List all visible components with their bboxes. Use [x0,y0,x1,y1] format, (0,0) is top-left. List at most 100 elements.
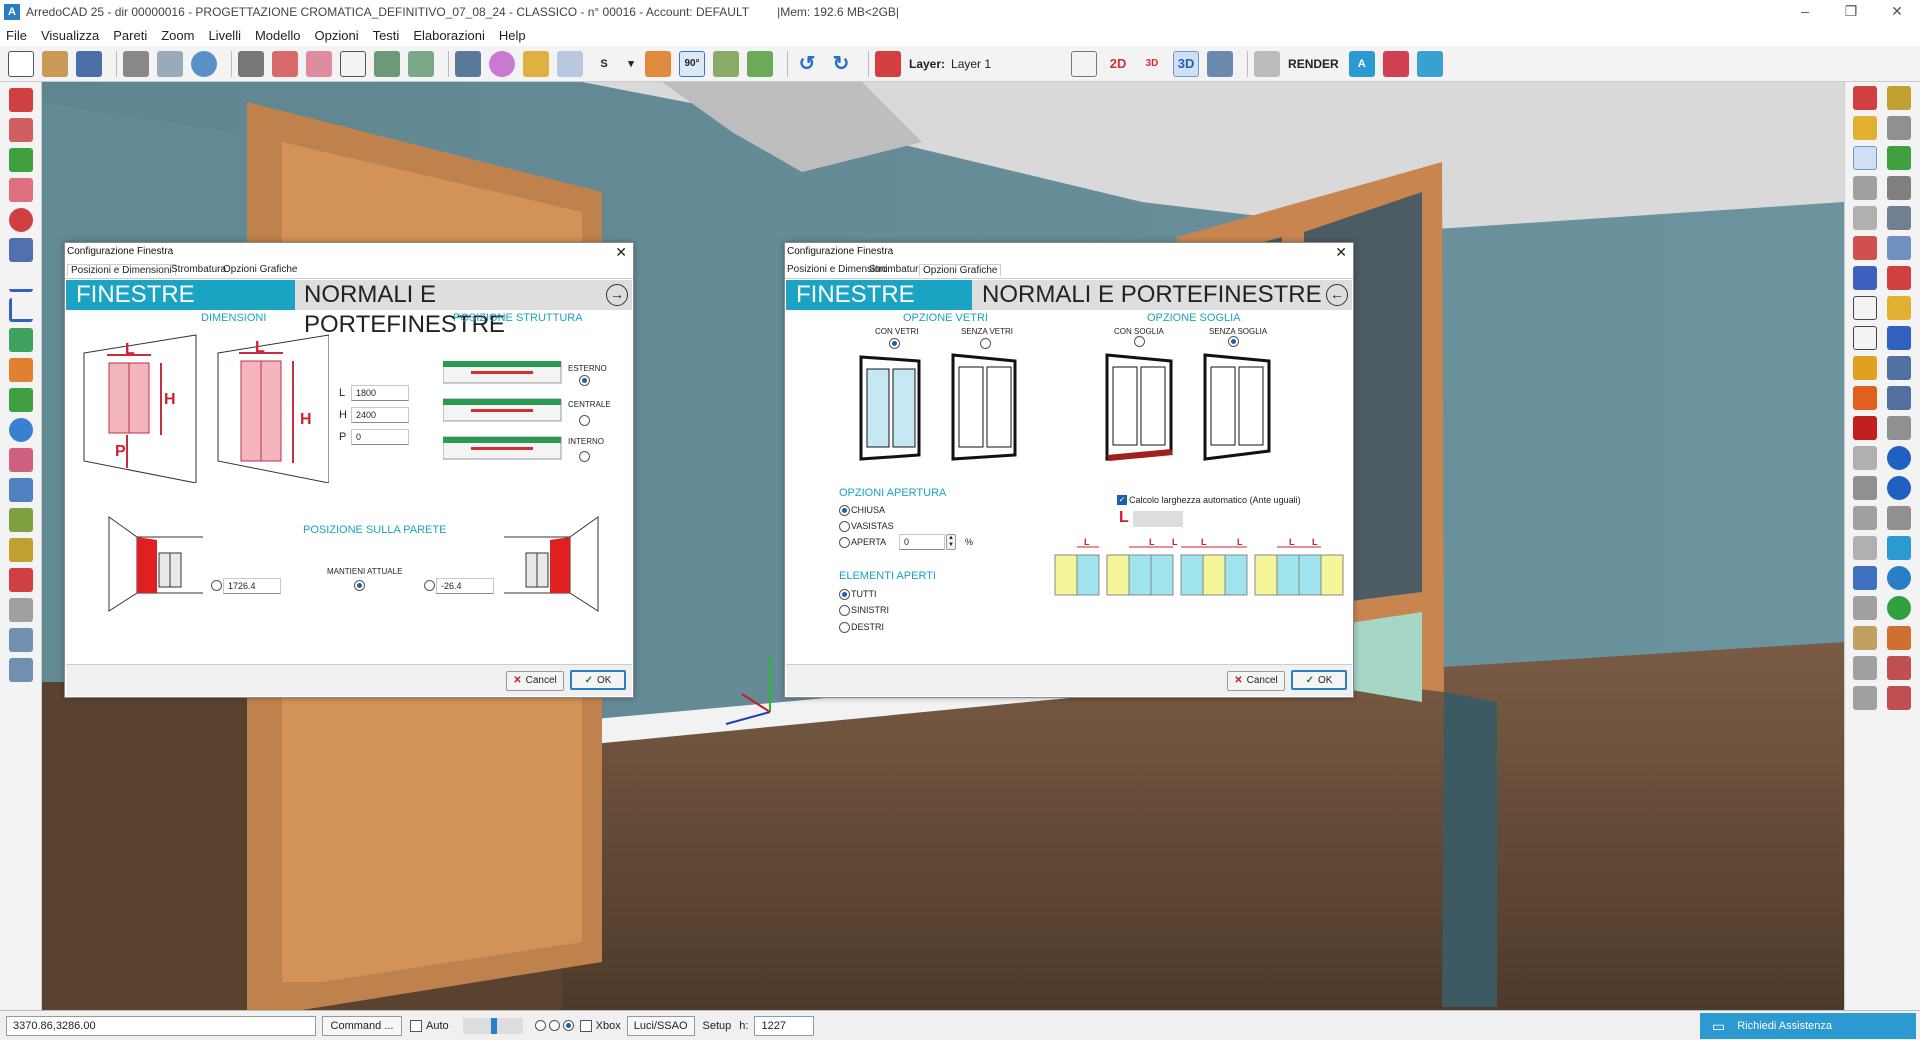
cancel-button[interactable]: ✕ Cancel [506,671,564,691]
globe-icon[interactable] [1887,566,1911,590]
tool-icon-r4[interactable] [1887,116,1911,140]
eraser-icon[interactable] [9,178,33,202]
aperta-radio[interactable] [839,537,850,548]
position-right-input[interactable]: -26.4 [436,578,494,594]
settings-icon[interactable] [557,50,583,77]
ok-button[interactable]: ✓ OK [1291,670,1347,690]
cancel-button[interactable]: ✕ Cancel [1227,671,1285,691]
menu-help[interactable]: Help [499,28,526,43]
menu-zoom[interactable]: Zoom [161,28,194,43]
perpendicular-icon[interactable] [9,298,33,322]
3d-viewport[interactable]: Configurazione Finestra ✕ Posizioni e Di… [42,82,1844,1010]
print-preview-icon[interactable] [157,50,183,77]
cube-wire-icon[interactable] [340,50,366,77]
sinistri-radio[interactable] [839,605,850,616]
tool-icon-r40[interactable] [1887,656,1911,680]
tab-opzioni-grafiche[interactable]: Opzioni Grafiche [919,264,1002,276]
open-file-icon[interactable] [42,50,68,77]
tool-icon-r42[interactable] [1887,686,1911,710]
menu-modello[interactable]: Modello [255,28,301,43]
calcolo-l-input[interactable] [1133,511,1183,527]
line-icon[interactable] [9,268,33,292]
mode-radio-2[interactable] [548,1020,560,1031]
tool-icon-1[interactable] [9,88,33,112]
layer-icon[interactable] [875,50,901,77]
tool-icon-17[interactable] [9,568,33,592]
tool-icon-r38[interactable] [1887,626,1911,650]
catalog-icon[interactable] [1382,50,1409,77]
tool-icon-r10[interactable] [1887,206,1911,230]
arrow-left-icon[interactable]: ← [1326,284,1348,306]
depth-input[interactable]: 0 [351,429,409,445]
tool-icon-3[interactable] [9,148,33,172]
cube-green2-icon[interactable] [408,50,434,77]
tool-icon-r39[interactable] [1853,656,1877,680]
close-icon[interactable]: ✕ [1335,244,1347,261]
aperta-input[interactable]: 0 [899,534,945,550]
grid-view-icon[interactable] [455,50,481,77]
zoom-out-icon[interactable] [1887,476,1911,500]
floor-icon[interactable] [713,50,739,77]
restore-icon[interactable]: ❐ [1828,0,1874,24]
tool-icon-13[interactable] [9,448,33,472]
book-icon[interactable] [1207,50,1234,77]
tool-icon-r30[interactable] [1887,506,1911,530]
tab-posizioni-dimensioni[interactable]: Posizioni e Dimensioni [67,264,176,276]
tool-icon-20[interactable] [9,658,33,682]
cube-pink-icon[interactable] [306,50,332,77]
tool-icon-r21[interactable] [1853,386,1877,410]
auto-checkbox[interactable] [410,1019,422,1032]
destri-radio[interactable] [839,622,850,633]
undo-icon[interactable]: ↺ [794,51,820,77]
menu-elaborazioni[interactable]: Elaborazioni [413,28,485,43]
cube-outline-icon[interactable] [1853,296,1877,320]
ok-button[interactable]: ✓ OK [570,670,626,690]
angle-90-button[interactable]: 90° [679,50,705,77]
view-2d-button[interactable]: 2D [1105,51,1131,77]
info-icon[interactable] [9,418,33,442]
cube-green-icon[interactable] [374,50,400,77]
render-icon[interactable] [1254,50,1281,77]
menu-livelli[interactable]: Livelli [208,28,241,43]
tool-icon-r25[interactable] [1853,446,1877,470]
senza-soglia-radio[interactable] [1228,336,1239,347]
tool-icon-19[interactable] [9,628,33,652]
cube-outline2-icon[interactable] [1853,326,1877,350]
tool-icon-r18[interactable] [1887,326,1911,350]
tool-icon-r5[interactable] [1853,146,1877,170]
view-3d-small-button[interactable]: 3D [1139,51,1165,77]
tool-icon-r29[interactable] [1853,506,1877,530]
tab-strombatura[interactable]: Strombatura [171,264,226,275]
con-soglia-radio[interactable] [1134,336,1145,347]
luci-ssao-button[interactable]: Luci/SSAO [626,1015,695,1036]
position-left-radio[interactable] [211,580,222,591]
tool-icon-r16[interactable] [1887,296,1911,320]
tool-icon-r33[interactable] [1853,566,1877,590]
s-button[interactable]: S [591,51,617,77]
tool-icon-15[interactable] [9,508,33,532]
object-icon[interactable] [645,50,671,77]
slider-thumb[interactable] [490,1017,497,1034]
mode-radio-3[interactable] [562,1020,574,1031]
tool-icon-r8[interactable] [1887,176,1911,200]
color-palette-icon[interactable] [489,50,515,77]
materials-icon[interactable] [523,50,549,77]
mode-radio-1[interactable] [534,1020,546,1031]
new-file-icon[interactable] [8,50,34,77]
menu-file[interactable]: File [6,28,27,43]
tool-icon-r12[interactable] [1887,236,1911,260]
floor2-icon[interactable] [747,50,773,77]
tool-icon-r31[interactable] [1853,536,1877,560]
menu-opzioni[interactable]: Opzioni [315,28,359,43]
text-a-icon[interactable]: A [1348,50,1375,77]
tool-icon-r13[interactable] [1853,266,1877,290]
senza-vetri-radio[interactable] [980,338,991,349]
tool-icon-r35[interactable] [1853,596,1877,620]
close-icon[interactable]: ✕ [615,244,627,261]
setup-button[interactable]: Setup [703,1020,732,1032]
struttura-centrale-radio[interactable] [579,415,590,426]
light-slider[interactable] [462,1017,523,1034]
layer-dropdown-icon[interactable] [1071,50,1098,77]
position-left-input[interactable]: 1726.4 [223,578,281,594]
add-icon[interactable] [9,388,33,412]
